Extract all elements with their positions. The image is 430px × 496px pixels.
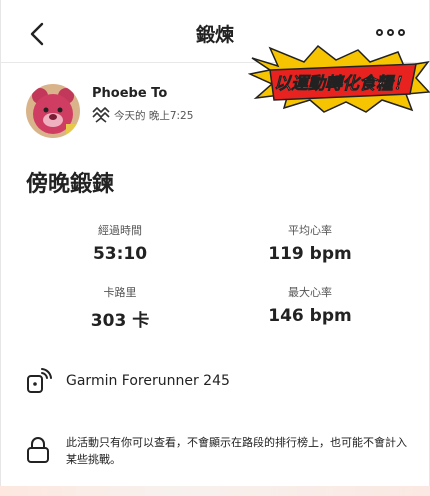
stat-label: 經過時間 bbox=[98, 224, 142, 237]
stat-label: 最大心率 bbox=[288, 286, 332, 299]
activity-title: 傍晚鍛鍊 bbox=[26, 172, 115, 197]
watch-sync-icon bbox=[27, 368, 52, 393]
page-title: 鍛煉 bbox=[195, 24, 234, 46]
stat-label: 卡路里 bbox=[103, 286, 137, 299]
promo-sticker: 以運動轉化食糧！ bbox=[247, 44, 430, 114]
stat-value: 303 卡 bbox=[90, 311, 150, 331]
stat-value: 53:10 bbox=[92, 244, 148, 264]
stat-value: 119 bpm bbox=[268, 244, 352, 264]
workout-wave-icon bbox=[92, 107, 110, 123]
stat-label: 平均心率 bbox=[288, 224, 332, 237]
device-row[interactable]: Garmin Forerunner 245 bbox=[26, 368, 230, 394]
more-button[interactable] bbox=[376, 27, 408, 39]
privacy-text: 此活動只有你可以查看，不會顯示在路段的排行榜上，也可能不會計入某些挑戰。 bbox=[66, 436, 407, 466]
athlete-name[interactable]: Phoebe To bbox=[92, 86, 167, 101]
stat-calories: 卡路里 303 卡 bbox=[60, 284, 180, 331]
stat-max-heart-rate: 最大心率 146 bpm bbox=[250, 284, 370, 326]
stat-elapsed-time: 經過時間 53:10 bbox=[60, 222, 180, 264]
sticker-text: 以運動轉化食糧！ bbox=[274, 74, 410, 94]
activity-timestamp: 今天的 晚上7:25 bbox=[114, 109, 194, 122]
bottom-strip bbox=[0, 486, 430, 496]
activity-meta: 今天的 晚上7:25 bbox=[92, 106, 193, 124]
stat-value: 146 bpm bbox=[268, 306, 352, 326]
lock-icon bbox=[27, 437, 49, 463]
device-name: Garmin Forerunner 245 bbox=[66, 373, 230, 389]
avatar[interactable] bbox=[26, 84, 80, 138]
stat-avg-heart-rate: 平均心率 119 bpm bbox=[250, 222, 370, 264]
